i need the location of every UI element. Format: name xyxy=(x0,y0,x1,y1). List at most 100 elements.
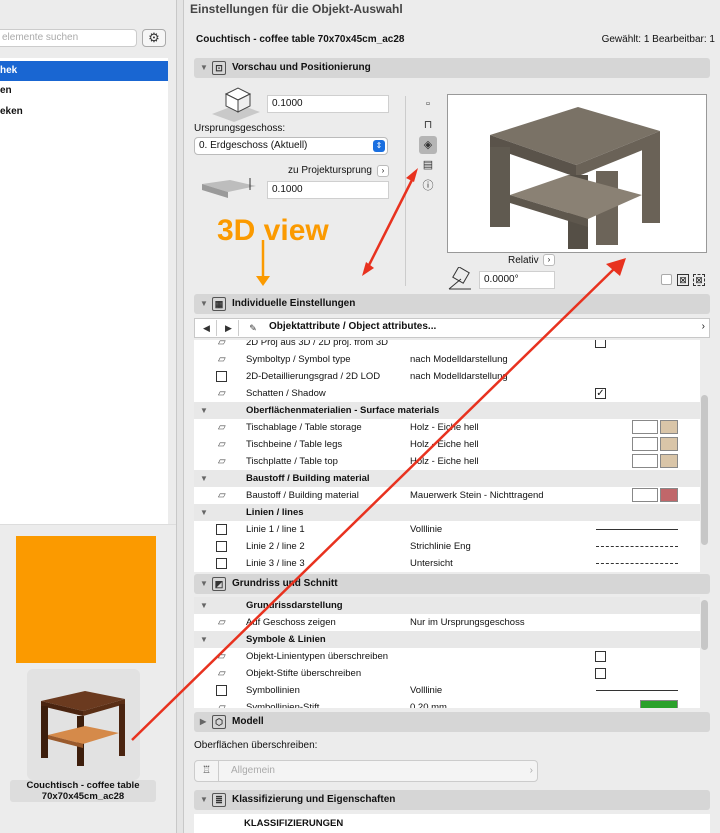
table-row[interactable]: Symbollinien Volllinie xyxy=(194,682,700,699)
triangle-down-icon[interactable]: ▼ xyxy=(200,597,208,614)
table-row[interactable]: 2D-Detaillierungsgrad / 2D LOD nach Model… xyxy=(194,368,700,385)
material-swatch[interactable] xyxy=(660,454,678,468)
table-row[interactable]: ▱ Auf Geschoss zeigen Nur im Ursprungsgesc… xyxy=(194,614,700,631)
height-input[interactable]: 0.1000 xyxy=(267,95,389,113)
3d-preview[interactable] xyxy=(447,94,707,253)
row-value[interactable]: Holz - Eiche hell xyxy=(410,419,479,436)
row-value[interactable]: Volllinie xyxy=(410,682,442,699)
triangle-down-icon[interactable]: ▼ xyxy=(200,402,208,419)
row-value[interactable]: Holz - Eiche hell xyxy=(410,436,479,453)
triangle-down-icon[interactable]: ▼ xyxy=(200,504,208,521)
table-row[interactable]: Linie 1 / line 1 Volllinie xyxy=(194,521,700,538)
section-individual[interactable]: ▼ ▦ Individuelle Einstellungen xyxy=(194,294,710,314)
gear-icon[interactable]: ⚙ xyxy=(142,29,166,47)
material-swatch[interactable] xyxy=(660,488,678,502)
mirror-y-icon[interactable]: ⊠ xyxy=(693,274,705,286)
triangle-down-icon[interactable]: ▼ xyxy=(200,58,208,78)
color-swatch[interactable] xyxy=(632,488,658,502)
tree-item[interactable]: hek xyxy=(0,61,168,81)
material-swatch[interactable] xyxy=(660,437,678,451)
value-checkbox[interactable] xyxy=(595,340,606,348)
row-name: Tischbeine / Table legs xyxy=(246,439,343,450)
view-floorplan-icon[interactable]: ⊓ xyxy=(419,116,437,134)
tree-item[interactable]: en xyxy=(0,81,168,101)
chevron-right-icon[interactable]: › xyxy=(702,321,705,332)
view-section-icon[interactable]: ▤ xyxy=(419,156,437,174)
chevron-left-icon[interactable]: ◀ xyxy=(197,320,217,336)
object-thumbnail[interactable] xyxy=(27,669,140,780)
search-input[interactable]: elemente suchen xyxy=(0,29,137,47)
value-checkbox[interactable] xyxy=(595,668,606,679)
table-row[interactable]: ▱ Tischablage / Table storage Holz - Eiche… xyxy=(194,419,700,436)
view-square-icon[interactable]: ▫ xyxy=(419,95,437,113)
table-group-row[interactable]: ▼ Baustoff / Building material xyxy=(194,470,700,487)
triangle-down-icon[interactable]: ▼ xyxy=(200,470,208,487)
section-classification[interactable]: ▼ ≣ Klassifizierung und Eigenschaften xyxy=(194,790,710,810)
navbar-title[interactable]: Objektattribute / Object attributes... xyxy=(269,321,436,332)
color-swatch[interactable] xyxy=(632,437,658,451)
table-group-row[interactable]: ▼ Grundrissdarstellung xyxy=(194,597,700,614)
triangle-down-icon[interactable]: ▼ xyxy=(200,294,208,314)
section-model[interactable]: ▶ ⬡ Modell xyxy=(194,712,710,732)
offset-icon xyxy=(202,178,256,198)
section-preview[interactable]: ▼ ⊡ Vorschau und Positionierung xyxy=(194,58,710,78)
chevron-right-icon[interactable]: ▶ xyxy=(219,320,239,336)
table-row[interactable]: Linie 2 / line 2 Strichlinie Eng xyxy=(194,538,700,555)
tree-item[interactable]: eken xyxy=(0,102,168,122)
row-checkbox[interactable] xyxy=(216,524,227,535)
angle-input[interactable]: 0.0000° xyxy=(479,271,555,289)
row-checkbox[interactable] xyxy=(216,541,227,552)
row-value[interactable]: Mauerwerk Stein - Nichttragend xyxy=(410,487,544,504)
table-row[interactable]: Linie 3 / line 3 Untersicht xyxy=(194,555,700,572)
chevron-right-icon[interactable]: › xyxy=(543,254,555,266)
value-checkbox[interactable] xyxy=(595,651,606,662)
row-value[interactable]: Nur im Ursprungsgeschoss xyxy=(410,614,525,631)
material-swatch[interactable] xyxy=(660,420,678,434)
section-floorplan[interactable]: ▼ ◩ Grundriss und Schnitt xyxy=(194,574,710,594)
row-value[interactable]: 0.20 mm xyxy=(410,699,447,708)
color-swatch[interactable] xyxy=(632,420,658,434)
triangle-down-icon[interactable]: ▼ xyxy=(200,574,208,594)
row-value[interactable]: Untersicht xyxy=(410,555,453,572)
scrollbar[interactable] xyxy=(701,600,708,650)
offset-input[interactable]: 0.1000 xyxy=(267,181,389,199)
table-group-row[interactable]: ▼ Oberflächenmaterialien - Surface materi… xyxy=(194,402,700,419)
row-value[interactable]: nach Modelldarstellung xyxy=(410,351,508,368)
row-value[interactable]: nach Modelldarstellung xyxy=(410,368,508,385)
row-value[interactable]: Holz - Eiche hell xyxy=(410,453,479,470)
pen-color-swatch[interactable] xyxy=(640,700,678,708)
triangle-right-icon[interactable]: ▶ xyxy=(200,712,206,732)
row-value[interactable]: Volllinie xyxy=(410,521,442,538)
row-value[interactable]: Strichlinie Eng xyxy=(410,538,471,555)
value-checkbox[interactable]: ✓ xyxy=(595,388,606,399)
table-row[interactable]: ▱ Tischbeine / Table legs Holz - Eiche hel… xyxy=(194,436,700,453)
table-row[interactable]: ▱ Tischplatte / Table top Holz - Eiche hel… xyxy=(194,453,700,470)
override-select[interactable]: ♖ Allgemein › xyxy=(194,760,538,782)
section-title: Grundriss und Schnitt xyxy=(232,578,338,589)
splitter[interactable] xyxy=(176,0,184,833)
mirror-checkbox[interactable] xyxy=(661,274,672,285)
triangle-down-icon[interactable]: ▼ xyxy=(200,631,208,648)
table-row[interactable]: ▱ 2D Proj aus 3D / 2D proj. from 3D xyxy=(194,340,700,351)
table-row[interactable]: ▱ Symboltyp / Symbol type nach Modelldarst… xyxy=(194,351,700,368)
row-checkbox[interactable] xyxy=(216,371,227,382)
scrollbar[interactable] xyxy=(701,395,708,545)
row-name: Linie 2 / line 2 xyxy=(246,541,305,552)
table-row[interactable]: ▱ Baustoff / Building material Mauerwerk S… xyxy=(194,487,700,504)
row-checkbox[interactable] xyxy=(216,685,227,696)
color-swatch[interactable] xyxy=(632,454,658,468)
origin-select[interactable]: 0. Erdgeschoss (Aktuell) ⇕ xyxy=(194,137,388,155)
mirror-x-icon[interactable]: ⊠ xyxy=(677,274,689,286)
table-row[interactable]: ▱ Schatten / Shadow ✓ xyxy=(194,385,700,402)
table-row[interactable]: ▱ Symbollinien-Stift 0.20 mm xyxy=(194,699,700,708)
row-checkbox[interactable] xyxy=(216,558,227,569)
view-3d-icon[interactable]: ◈ xyxy=(419,136,437,154)
table-row[interactable]: ▱ Objekt-Stifte überschreiben xyxy=(194,665,700,682)
triangle-down-icon[interactable]: ▼ xyxy=(200,790,208,810)
table-group-row[interactable]: ▼ Linien / lines xyxy=(194,504,700,521)
chevron-right-icon[interactable]: › xyxy=(377,165,389,177)
table-row[interactable]: ▱ Objekt-Linientypen überschreiben xyxy=(194,648,700,665)
info-icon[interactable]: ⓘ xyxy=(419,177,437,195)
orange-arrowhead xyxy=(256,276,270,286)
table-group-row[interactable]: ▼ Symbole & Linien xyxy=(194,631,700,648)
